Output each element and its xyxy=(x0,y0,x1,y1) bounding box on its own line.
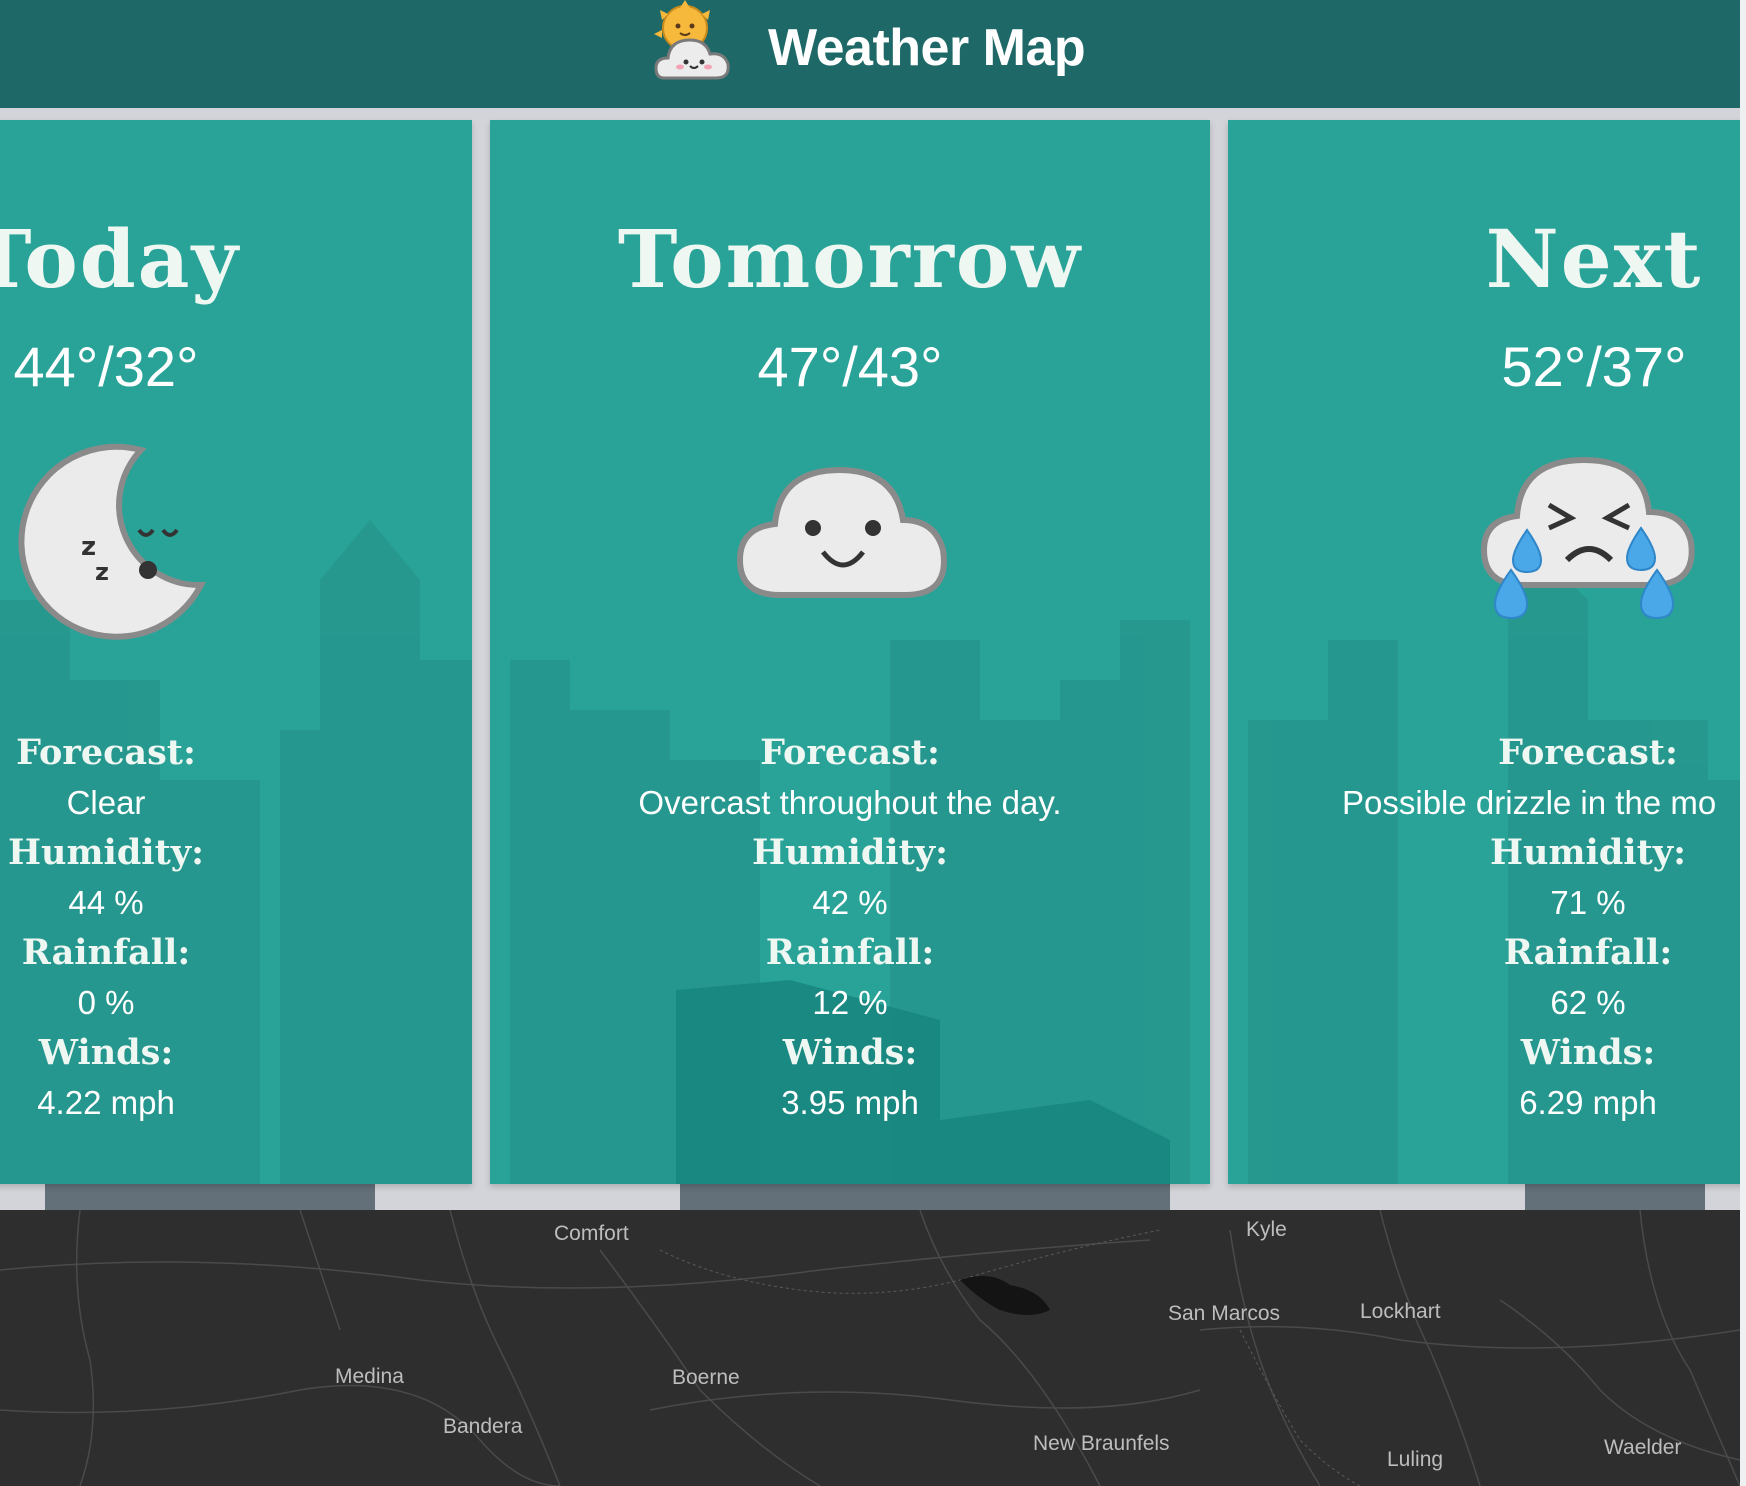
app-header: Weather Map xyxy=(0,0,1746,108)
map-label-medina: Medina xyxy=(335,1365,404,1388)
rainfall-label: Rainfall: xyxy=(21,932,191,973)
humidity-value: 42 % xyxy=(812,884,888,921)
map-label-luling: Luling xyxy=(1387,1448,1444,1471)
forecast-label: Forecast: xyxy=(760,732,940,773)
map-label-comfort: Comfort xyxy=(554,1222,629,1245)
map-label-san-marcos: San Marcos xyxy=(1168,1302,1281,1325)
humidity-label: Humidity: xyxy=(1489,832,1687,873)
forecast-value: Overcast throughout the day. xyxy=(638,784,1062,821)
forecast-cards-area: Today 44°/32° z z Forecast: Clear Humidi… xyxy=(0,108,1740,1210)
map-label-bandera: Bandera xyxy=(443,1415,523,1438)
sun-behind-cloud-icon xyxy=(654,0,730,80)
card-title: Tomorrow xyxy=(617,212,1083,306)
temperature-range: 44°/32° xyxy=(13,335,199,398)
weather-details: Forecast: Overcast throughout the day. H… xyxy=(490,728,1210,1128)
humidity-label: Humidity: xyxy=(7,832,205,873)
map-label-waelder: Waelder xyxy=(1604,1436,1682,1459)
forecast-card-today: Today 44°/32° z z Forecast: Clear Humidi… xyxy=(0,120,472,1184)
crying-rain-cloud-icon xyxy=(1480,456,1695,620)
scrollbar-track[interactable] xyxy=(1740,0,1746,1486)
sleeping-moon-icon: z z xyxy=(18,443,206,640)
forecast-card-next: Next 52°/37° Forecast: Possible drizzle … xyxy=(1228,120,1740,1184)
rainfall-label: Rainfall: xyxy=(1503,932,1673,973)
winds-label: Winds: xyxy=(782,1032,918,1073)
map-label-new-braunfels: New Braunfels xyxy=(1033,1432,1170,1455)
rainfall-label: Rainfall: xyxy=(765,932,935,973)
forecast-label: Forecast: xyxy=(1498,732,1678,773)
temperature-range: 52°/37° xyxy=(1501,335,1687,398)
svg-text:z: z xyxy=(95,558,109,586)
temperature-range: 47°/43° xyxy=(757,335,943,398)
forecast-label: Forecast: xyxy=(16,732,196,773)
weather-details: Forecast: Clear Humidity: 44 % Rainfall:… xyxy=(0,728,472,1128)
map-label-lockhart: Lockhart xyxy=(1360,1300,1441,1323)
winds-value: 4.22 mph xyxy=(37,1084,175,1121)
rainfall-value: 0 % xyxy=(77,984,135,1021)
humidity-value: 71 % xyxy=(1550,884,1626,921)
app-title: Weather Map xyxy=(768,19,1086,77)
map-label-boerne: Boerne xyxy=(672,1366,740,1389)
weather-map[interactable]: Comfort Kyle San Marcos Lockhart Medina … xyxy=(0,1210,1740,1486)
winds-label: Winds: xyxy=(1520,1032,1656,1073)
forecast-value: Clear xyxy=(66,784,146,821)
forecast-value: Possible drizzle in the mo xyxy=(1342,784,1717,821)
smiling-cloud-icon xyxy=(736,466,947,598)
card-title: Next xyxy=(1485,212,1703,306)
forecast-card-tomorrow: Tomorrow 47°/43° Forecast: Overcast thro… xyxy=(490,120,1210,1184)
svg-text:z: z xyxy=(81,532,96,562)
humidity-value: 44 % xyxy=(68,884,144,921)
map-roads xyxy=(0,1210,1740,1486)
map-label-kyle: Kyle xyxy=(1246,1218,1287,1241)
rainfall-value: 12 % xyxy=(812,984,888,1021)
card-title: Today xyxy=(0,212,240,306)
winds-value: 3.95 mph xyxy=(781,1084,919,1121)
rainfall-value: 62 % xyxy=(1550,984,1626,1021)
weather-details: Forecast: Possible drizzle in the mo Hum… xyxy=(1228,728,1740,1128)
humidity-label: Humidity: xyxy=(751,832,949,873)
winds-label: Winds: xyxy=(38,1032,174,1073)
winds-value: 6.29 mph xyxy=(1519,1084,1657,1121)
